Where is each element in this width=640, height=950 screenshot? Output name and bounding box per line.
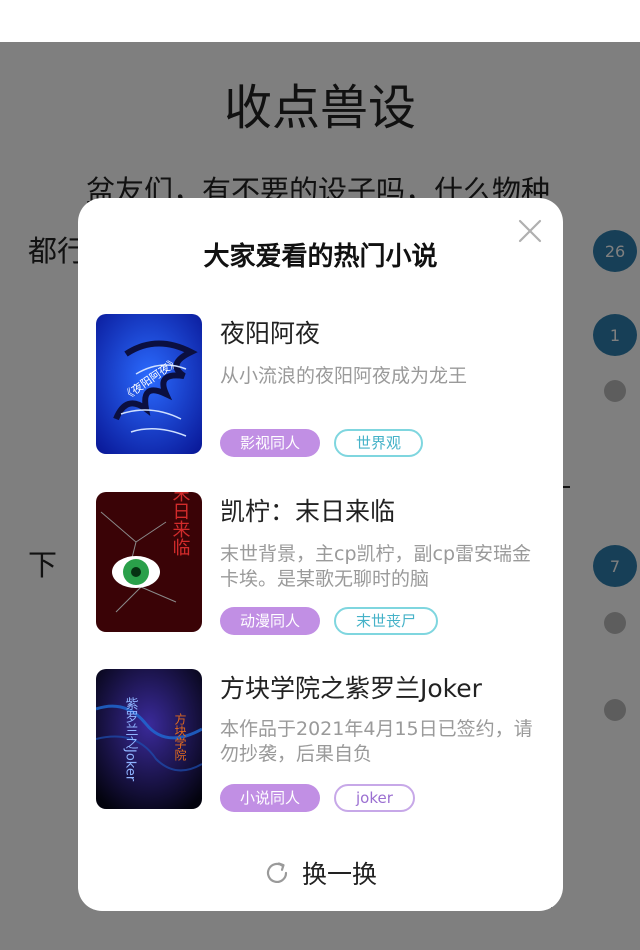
book-description: 从小流浪的夜阳阿夜成为龙王 <box>220 365 468 387</box>
cover-title: 末日来临 <box>170 492 191 556</box>
book-cover[interactable]: 末日来临 <box>96 492 202 632</box>
svg-text:方块学院: 方块学院 <box>173 712 187 761</box>
hot-novels-dialog: 大家爱看的热门小说 《夜阳阿夜》 夜阳阿夜 从小流浪的夜阳阿夜成为龙王 影视同人… <box>78 198 563 911</box>
refresh-icon <box>266 862 288 884</box>
refresh-button[interactable]: 换一换 <box>78 855 563 891</box>
novel-card[interactable]: 末日来临 凯柠：末日来临 末世背景，主cp凯柠，副cp雷安瑞金卡埃。是某歌无聊时… <box>96 492 546 635</box>
book-title[interactable]: 夜阳阿夜 <box>220 314 320 350</box>
status-bar <box>0 0 640 43</box>
tag[interactable]: 末世丧尸 <box>334 607 439 635</box>
cover-title: 紫罗兰之Joker <box>123 697 139 782</box>
book-cover[interactable]: 《夜阳阿夜》 <box>96 314 202 454</box>
tag[interactable]: 影视同人 <box>220 429 321 457</box>
novel-card[interactable]: 紫罗兰之Joker 方块学院 方块学院之紫罗兰Joker 本作品于2021年4月… <box>96 669 546 812</box>
novel-card[interactable]: 《夜阳阿夜》 夜阳阿夜 从小流浪的夜阳阿夜成为龙王 影视同人 世界观 <box>96 314 546 457</box>
refresh-label: 换一换 <box>301 860 377 889</box>
dialog-title: 大家爱看的热门小说 <box>203 242 438 272</box>
tag[interactable]: 小说同人 <box>220 784 321 812</box>
book-description: 末世背景，主cp凯柠，副cp雷安瑞金卡埃。是某歌无聊时的脑 <box>220 543 532 590</box>
book-title[interactable]: 方块学院之紫罗兰Joker <box>220 669 482 705</box>
tag[interactable]: joker <box>334 784 415 812</box>
tag[interactable]: 动漫同人 <box>220 607 321 635</box>
tag[interactable]: 世界观 <box>334 429 424 457</box>
book-title[interactable]: 凯柠：末日来临 <box>220 492 395 528</box>
book-description: 本作品于2021年4月15日已签约，请勿抄袭，后果自负 <box>220 718 533 765</box>
book-cover[interactable]: 紫罗兰之Joker 方块学院 <box>96 669 202 809</box>
